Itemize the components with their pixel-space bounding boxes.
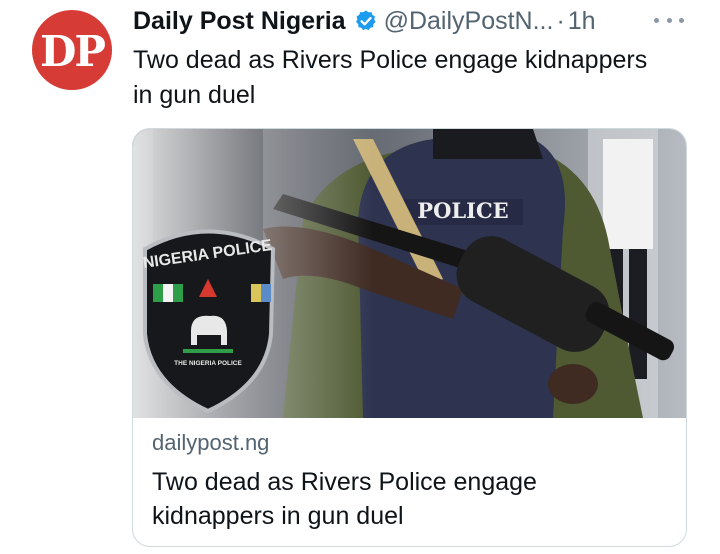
- card-domain: dailypost.ng: [152, 430, 270, 455]
- image-badge-bottom-text: THE NIGERIA POLICE: [174, 360, 242, 367]
- avatar[interactable]: DP: [32, 10, 112, 90]
- article-image: POLICE NIGERIA POLICE THE NIGERIA POLICE: [133, 129, 686, 418]
- tweet-header: Daily Post Nigeria @DailyPostN... · 1h: [133, 4, 596, 38]
- avatar-text: DP: [39, 26, 106, 76]
- more-options-icon[interactable]: [654, 13, 684, 27]
- link-preview-card[interactable]: POLICE NIGERIA POLICE THE NIGERIA POLICE…: [132, 128, 687, 547]
- tweet-timestamp[interactable]: 1h: [568, 7, 596, 36]
- image-vest-text: POLICE: [417, 198, 508, 223]
- author-handle[interactable]: @DailyPostN...: [384, 7, 554, 36]
- verified-badge-icon[interactable]: [354, 9, 378, 33]
- card-footer[interactable]: dailypost.ng Two dead as Rivers Police e…: [133, 418, 686, 546]
- author-display-name[interactable]: Daily Post Nigeria: [133, 7, 346, 36]
- tweet-text: Two dead as Rivers Police engage kidnapp…: [133, 46, 648, 109]
- card-title: Two dead as Rivers Police engage kidnapp…: [152, 468, 537, 530]
- header-separator: ·: [556, 6, 565, 35]
